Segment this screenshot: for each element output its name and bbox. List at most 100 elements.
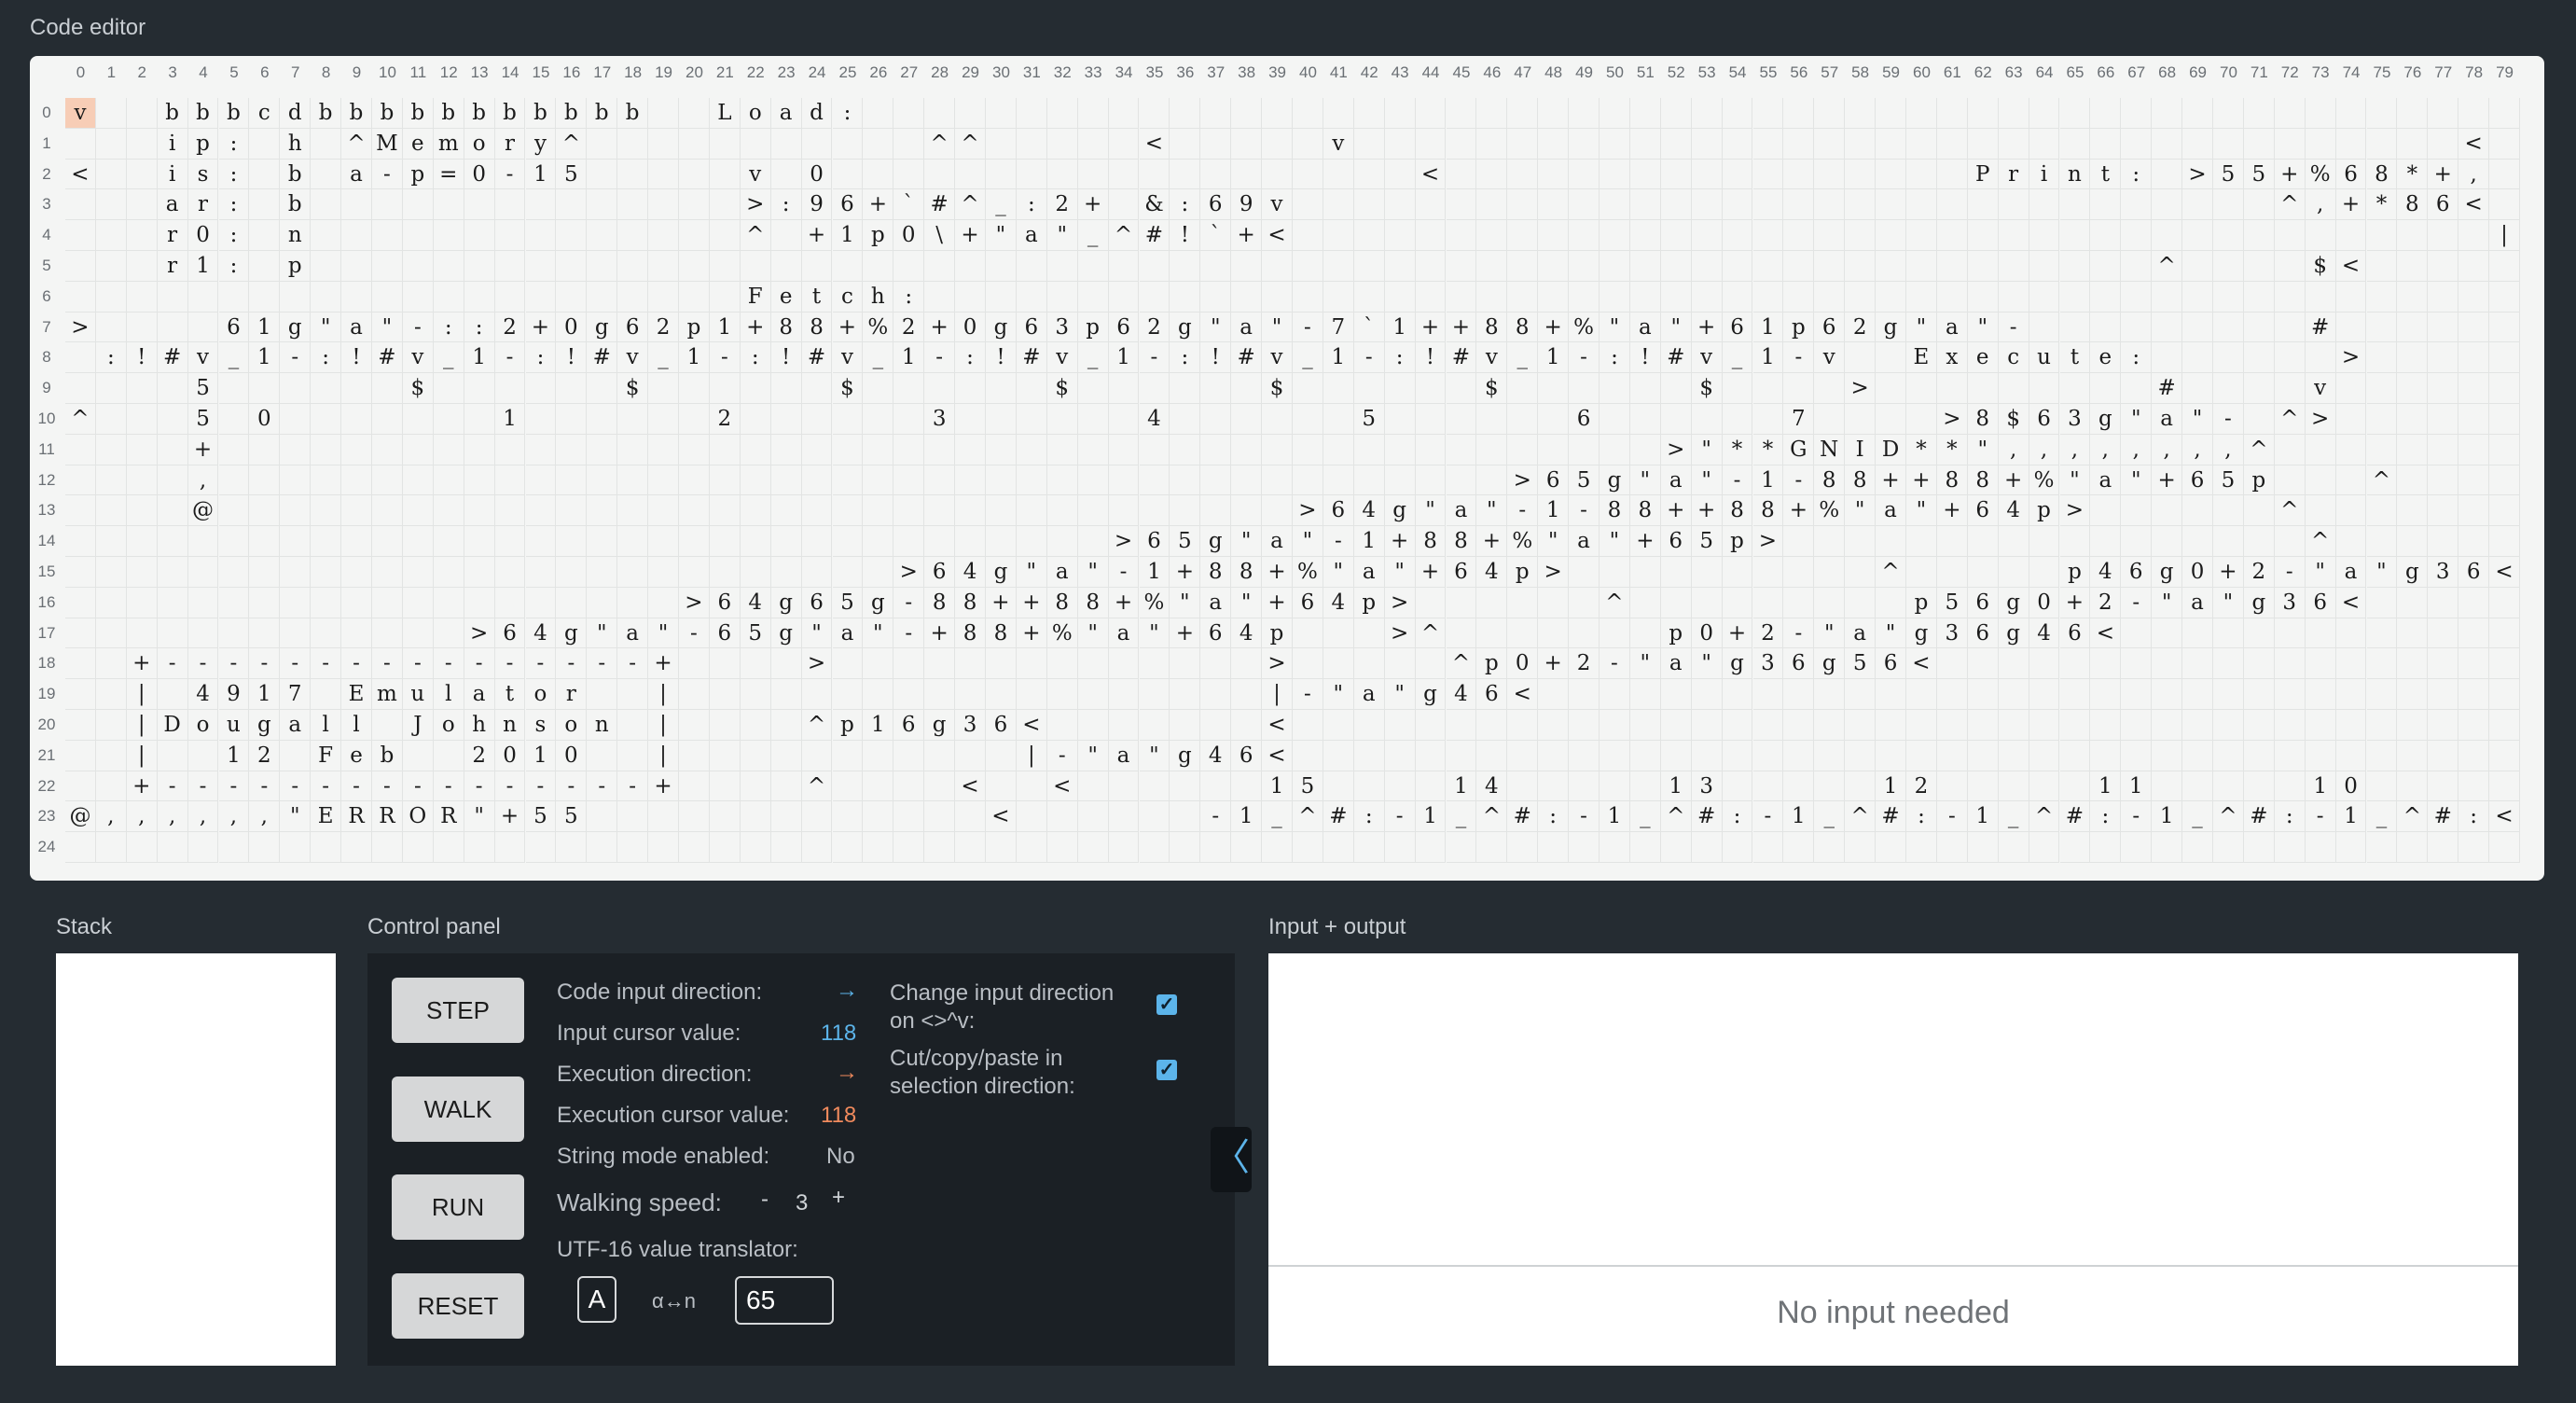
code-cell[interactable]: [1262, 832, 1293, 863]
code-cell[interactable]: [1569, 128, 1600, 160]
code-cell[interactable]: [2397, 648, 2429, 680]
code-cell[interactable]: o: [556, 710, 588, 741]
code-cell[interactable]: [2029, 526, 2060, 557]
code-cell[interactable]: 8: [1446, 526, 1477, 557]
code-cell[interactable]: >: [1384, 618, 1416, 649]
code-cell[interactable]: [740, 404, 771, 435]
code-cell[interactable]: 0: [494, 740, 526, 771]
code-cell[interactable]: [65, 526, 96, 557]
code-cell[interactable]: [1876, 710, 1906, 741]
code-cell[interactable]: [1200, 251, 1232, 282]
code-cell[interactable]: [2090, 128, 2122, 160]
code-cell[interactable]: [280, 465, 312, 496]
code-cell[interactable]: [709, 801, 741, 833]
code-cell[interactable]: g: [770, 618, 802, 649]
code-cell[interactable]: [2489, 128, 2520, 160]
code-cell[interactable]: $: [832, 373, 864, 404]
code-cell[interactable]: %: [1814, 495, 1846, 527]
code-cell[interactable]: [1569, 281, 1600, 313]
code-cell[interactable]: [2335, 220, 2367, 251]
code-cell[interactable]: [1108, 128, 1140, 160]
code-cell[interactable]: [1783, 832, 1815, 863]
code-cell[interactable]: [157, 679, 188, 710]
code-cell[interactable]: s: [187, 159, 219, 190]
code-cell[interactable]: [832, 832, 864, 863]
code-cell[interactable]: [1691, 220, 1723, 251]
code-cell[interactable]: [1936, 679, 1968, 710]
code-cell[interactable]: ": [1660, 312, 1692, 343]
code-cell[interactable]: a: [1262, 526, 1293, 557]
code-cell[interactable]: [1722, 373, 1753, 404]
code-cell[interactable]: 6: [2305, 587, 2336, 618]
code-cell[interactable]: 0: [187, 220, 219, 251]
code-cell[interactable]: a: [2182, 587, 2213, 618]
run-button[interactable]: RUN: [392, 1174, 524, 1240]
code-cell[interactable]: ^: [955, 128, 986, 160]
code-cell[interactable]: [1507, 710, 1539, 741]
code-cell[interactable]: :: [740, 342, 771, 374]
code-cell[interactable]: ": [1200, 312, 1232, 343]
code-cell[interactable]: ": [1691, 465, 1723, 496]
code-cell[interactable]: 5: [1845, 648, 1877, 680]
code-cell[interactable]: $: [2305, 251, 2336, 282]
code-cell[interactable]: p: [1906, 587, 1937, 618]
code-cell[interactable]: r: [157, 251, 188, 282]
code-cell[interactable]: [433, 251, 464, 282]
code-cell[interactable]: ,: [2213, 434, 2244, 465]
code-cell[interactable]: [1139, 434, 1170, 465]
code-cell[interactable]: 5: [2243, 159, 2275, 190]
code-cell[interactable]: |: [2489, 220, 2520, 251]
code-cell[interactable]: 5: [2213, 465, 2244, 496]
code-cell[interactable]: n: [2059, 159, 2091, 190]
code-cell[interactable]: 1: [1752, 465, 1784, 496]
code-cell[interactable]: <: [2458, 189, 2490, 221]
code-cell[interactable]: ,: [2059, 434, 2091, 465]
code-cell[interactable]: G: [1783, 434, 1815, 465]
code-cell[interactable]: [2243, 98, 2275, 129]
code-cell[interactable]: ": [1323, 557, 1354, 588]
code-cell[interactable]: 6: [924, 557, 956, 588]
code-cell[interactable]: [2213, 832, 2244, 863]
code-cell[interactable]: 1: [2152, 801, 2183, 833]
code-cell[interactable]: [1845, 189, 1877, 221]
code-cell[interactable]: [1384, 373, 1416, 404]
code-cell[interactable]: [770, 128, 802, 160]
code-cell[interactable]: [2335, 128, 2367, 160]
code-cell[interactable]: [1293, 740, 1323, 771]
code-cell[interactable]: <: [1016, 710, 1047, 741]
code-cell[interactable]: [2090, 220, 2122, 251]
code-cell[interactable]: [2059, 281, 2091, 313]
code-cell[interactable]: 1: [187, 251, 219, 282]
code-cell[interactable]: 5: [1569, 465, 1600, 496]
code-cell[interactable]: [2059, 98, 2091, 129]
code-cell[interactable]: [1998, 832, 2029, 863]
code-cell[interactable]: [1936, 159, 1968, 190]
code-cell[interactable]: [1046, 648, 1078, 680]
code-cell[interactable]: _: [1629, 801, 1661, 833]
code-cell[interactable]: [1600, 679, 1630, 710]
code-cell[interactable]: [1323, 373, 1354, 404]
code-cell[interactable]: [2274, 648, 2306, 680]
code-cell[interactable]: [1108, 373, 1140, 404]
code-cell[interactable]: -: [280, 342, 312, 374]
code-cell[interactable]: [1876, 128, 1906, 160]
code-cell[interactable]: [1600, 771, 1630, 802]
code-cell[interactable]: [187, 312, 219, 343]
code-cell[interactable]: 8: [1936, 465, 1968, 496]
code-cell[interactable]: ": [280, 801, 312, 833]
code-cell[interactable]: [1077, 465, 1109, 496]
code-cell[interactable]: [95, 679, 127, 710]
code-cell[interactable]: +: [1415, 557, 1447, 588]
code-cell[interactable]: [2152, 98, 2183, 129]
code-cell[interactable]: 1: [1139, 557, 1170, 588]
code-cell[interactable]: [1936, 557, 1968, 588]
code-cell[interactable]: [95, 740, 127, 771]
code-cell[interactable]: [770, 495, 802, 527]
code-cell[interactable]: +: [832, 312, 864, 343]
code-cell[interactable]: [893, 832, 925, 863]
code-cell[interactable]: >: [1538, 557, 1570, 588]
code-cell[interactable]: [679, 557, 710, 588]
code-cell[interactable]: 8: [955, 618, 986, 649]
code-cell[interactable]: -: [617, 648, 649, 680]
code-cell[interactable]: [2090, 740, 2122, 771]
